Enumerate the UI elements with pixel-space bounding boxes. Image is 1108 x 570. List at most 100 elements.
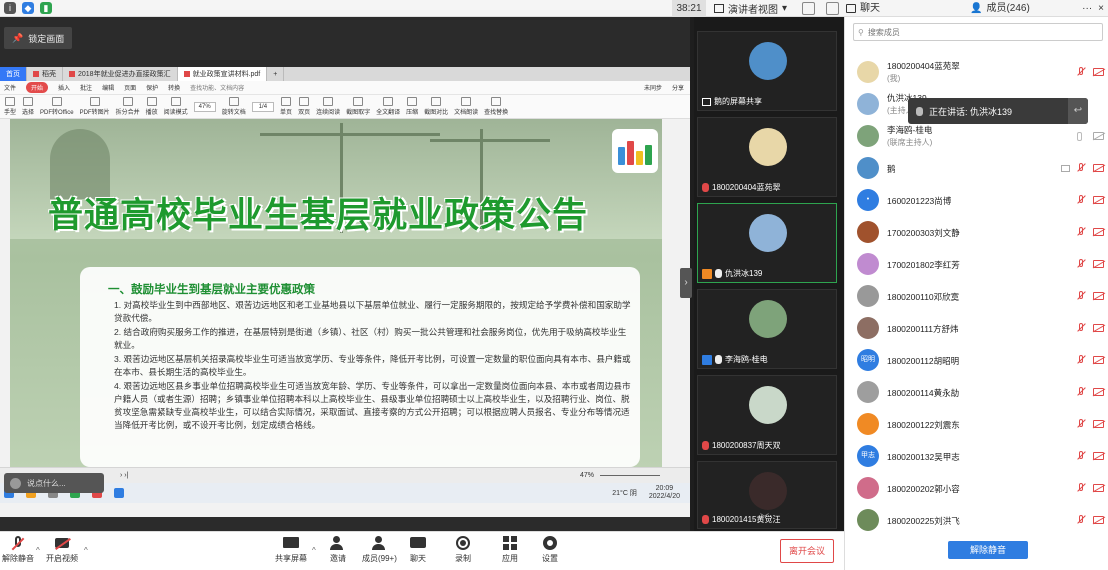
lock-view-button[interactable]: 📌 锁定画面 [4,27,73,49]
camera-off-icon[interactable] [1092,228,1106,237]
mic-muted-icon[interactable] [1077,451,1086,461]
member-row[interactable]: 1800200122刘震东 [845,409,1108,439]
member-row[interactable]: 1700200303刘文静 [845,217,1108,247]
mic-icon[interactable] [1077,132,1082,141]
unmute-all-button[interactable]: 解除静音 [948,541,1028,559]
member-row[interactable]: 1800200202郭小容 [845,473,1108,503]
camera-off-icon[interactable] [1092,388,1106,397]
wps-menu-start[interactable]: 开始 [26,82,49,93]
member-row[interactable]: 1800200225刘洪飞 [845,505,1108,535]
close-panel-button[interactable]: × [1098,0,1104,17]
share-screen-button[interactable]: 共享屏幕 [275,536,307,564]
video-tile[interactable]: 1800200837周天双 [697,375,837,455]
camera-off-icon[interactable] [1092,260,1106,269]
collapse-gallery-button[interactable]: › [680,268,692,298]
wps-tab-pdf[interactable]: 就业政策宣讲材料.pdf [177,67,268,81]
apps-button[interactable]: 应用 [502,536,518,564]
tab-members[interactable]: 👤 成员(246) [970,0,1030,17]
wps-menu-edit[interactable]: 编辑 [102,83,114,92]
camera-off-icon[interactable] [1092,452,1106,461]
hide-indicator-button[interactable]: ↩ [1068,98,1088,124]
wps-menu-protect[interactable]: 保护 [146,83,158,92]
chevron-up-icon[interactable]: ^ [84,546,88,555]
fullscreen-icon[interactable] [802,2,815,15]
chevron-up-icon[interactable]: ^ [312,546,316,555]
wps-menu-comment[interactable]: 批注 [80,83,92,92]
member-row-self[interactable]: 1800200404蓝苑翠 (我) [845,57,1108,87]
member-row[interactable]: 1800200114黄永劼 [845,377,1108,407]
translate-tool[interactable]: 全文翻译 [376,97,400,116]
wps-menu-file[interactable]: 文件 [4,83,16,92]
camera-off-icon[interactable] [1092,292,1106,301]
compress-tool[interactable]: 压缩 [406,97,418,116]
camera-off-icon[interactable] [1092,356,1106,365]
members-button[interactable]: 成员(99+) [362,536,397,564]
mic-muted-icon[interactable] [1077,259,1086,269]
screenshot-ocr-tool[interactable]: 截图取字 [346,97,370,116]
read-mode-tool[interactable]: 阅读模式 [164,97,188,116]
camera-off-icon[interactable] [1092,324,1106,333]
member-row-cohost[interactable]: 李海鸥-桂电 (联席主持人) [845,121,1108,151]
tab-chat[interactable]: 聊天 [846,0,880,17]
shield-icon[interactable]: ◆ [22,2,34,14]
pdf-to-image-tool[interactable]: PDF转图片 [80,97,110,116]
wps-tab-home[interactable]: 首页 [0,67,27,81]
wps-tab-daoke[interactable]: 稻壳 [27,67,63,81]
chevron-up-icon[interactable]: ^ [36,546,40,555]
continuous-read-tool[interactable]: 连续阅读 [316,97,340,116]
page-indicator[interactable]: 1/4 [251,101,275,112]
wps-menu-convert[interactable]: 转换 [168,83,180,92]
camera-off-icon[interactable] [1092,196,1106,205]
mic-muted-icon[interactable] [1077,355,1086,365]
find-replace-tool[interactable]: 查找替换 [484,97,508,116]
wps-search[interactable]: 查找功能、文档内容 [190,83,244,92]
member-row[interactable]: 1800200110邓欣寞 [845,281,1108,311]
single-page-tool[interactable]: 单页 [280,97,292,116]
camera-off-icon[interactable] [1092,516,1106,525]
zoom-select[interactable]: 47% [193,101,216,112]
mic-muted-icon[interactable] [1077,227,1086,237]
record-button[interactable]: 录制 [455,536,471,564]
mic-muted-icon[interactable] [1077,387,1086,397]
invite-button[interactable]: 邀请 [330,536,346,564]
signal-icon[interactable]: ▮ [40,2,52,14]
zoom-slider[interactable] [600,475,660,476]
wps-new-tab-button[interactable]: + [267,67,285,81]
info-icon[interactable]: i [4,2,16,14]
select-tool[interactable]: 选择 [22,97,34,116]
camera-off-icon[interactable] [1092,420,1106,429]
page-nav-icons[interactable]: › ›| [120,472,128,479]
unmute-button[interactable]: 解除静音 [2,536,34,564]
mic-muted-icon[interactable] [1077,291,1086,301]
camera-off-icon[interactable] [1092,132,1106,141]
video-tile[interactable]: 1800200404蓝苑翠 [697,117,837,197]
member-row[interactable]: • 1600201223尚博 [845,185,1108,215]
say-something-input[interactable]: 说点什么... [4,473,104,493]
video-tile-active-speaker[interactable]: 仇洪冰139 [697,203,837,283]
member-search-input[interactable] [867,27,1088,37]
video-tile[interactable]: 鹅的屏幕共享 [697,31,837,111]
sidebar-toggle-icon[interactable] [826,2,839,15]
member-row[interactable]: 昭明 1800200112胡昭明 [845,345,1108,375]
video-tile[interactable]: 李海鸥-桂电 [697,289,837,369]
mic-muted-icon[interactable] [1077,323,1086,333]
rotate-tool[interactable]: 旋转文档 [222,97,246,116]
member-row[interactable]: 1700201802李红芳 [845,249,1108,279]
start-video-button[interactable]: 开启视频 [46,536,78,564]
member-row[interactable]: 1800200111方舒炜 [845,313,1108,343]
mic-muted-icon[interactable] [1077,483,1086,493]
meeting-icon[interactable] [114,488,124,498]
settings-button[interactable]: 设置 [542,536,558,564]
camera-off-icon[interactable] [1092,484,1106,493]
mic-muted-icon[interactable] [1077,67,1086,77]
camera-off-icon[interactable] [1092,68,1106,77]
chevron-down-icon[interactable]: ﹀ [760,511,769,524]
leave-meeting-button[interactable]: 离开会议 [780,539,834,563]
member-row[interactable]: 鹅 [845,153,1108,183]
view-mode-switch[interactable]: 演讲者视图 ▾ [714,0,787,17]
camera-off-icon[interactable] [1092,164,1106,173]
member-row[interactable]: 甲志 1800200132吴甲志 [845,441,1108,471]
mic-muted-icon[interactable] [1077,163,1086,173]
mic-muted-icon[interactable] [1077,419,1086,429]
wps-menu-insert[interactable]: 插入 [58,83,70,92]
